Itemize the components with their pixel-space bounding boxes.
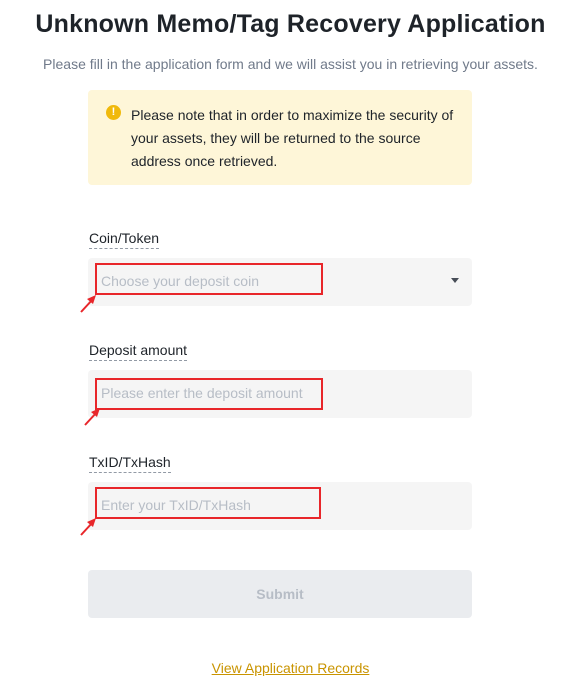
- view-records-link[interactable]: View Application Records: [212, 660, 370, 676]
- records-link-container: View Application Records: [0, 660, 581, 676]
- warning-icon: !: [106, 105, 121, 120]
- page-subtitle: Please fill in the application form and …: [43, 56, 538, 72]
- coin-select[interactable]: Choose your deposit coin: [88, 258, 472, 306]
- amount-placeholder: Please enter the deposit amount: [101, 385, 303, 401]
- txid-label: TxID/TxHash: [89, 454, 171, 473]
- amount-input[interactable]: Please enter the deposit amount: [88, 370, 472, 418]
- txid-input[interactable]: Enter your TxID/TxHash: [88, 482, 472, 530]
- coin-label: Coin/Token: [89, 230, 160, 249]
- txid-placeholder: Enter your TxID/TxHash: [101, 497, 251, 513]
- submit-button[interactable]: Submit: [88, 570, 472, 618]
- amount-label: Deposit amount: [89, 342, 188, 361]
- chevron-down-icon[interactable]: [451, 278, 459, 283]
- page-title: Unknown Memo/Tag Recovery Application: [35, 10, 546, 38]
- notice-text: Please note that in order to maximize th…: [131, 107, 454, 169]
- coin-placeholder: Choose your deposit coin: [101, 273, 259, 289]
- security-notice: ! Please note that in order to maximize …: [88, 90, 472, 185]
